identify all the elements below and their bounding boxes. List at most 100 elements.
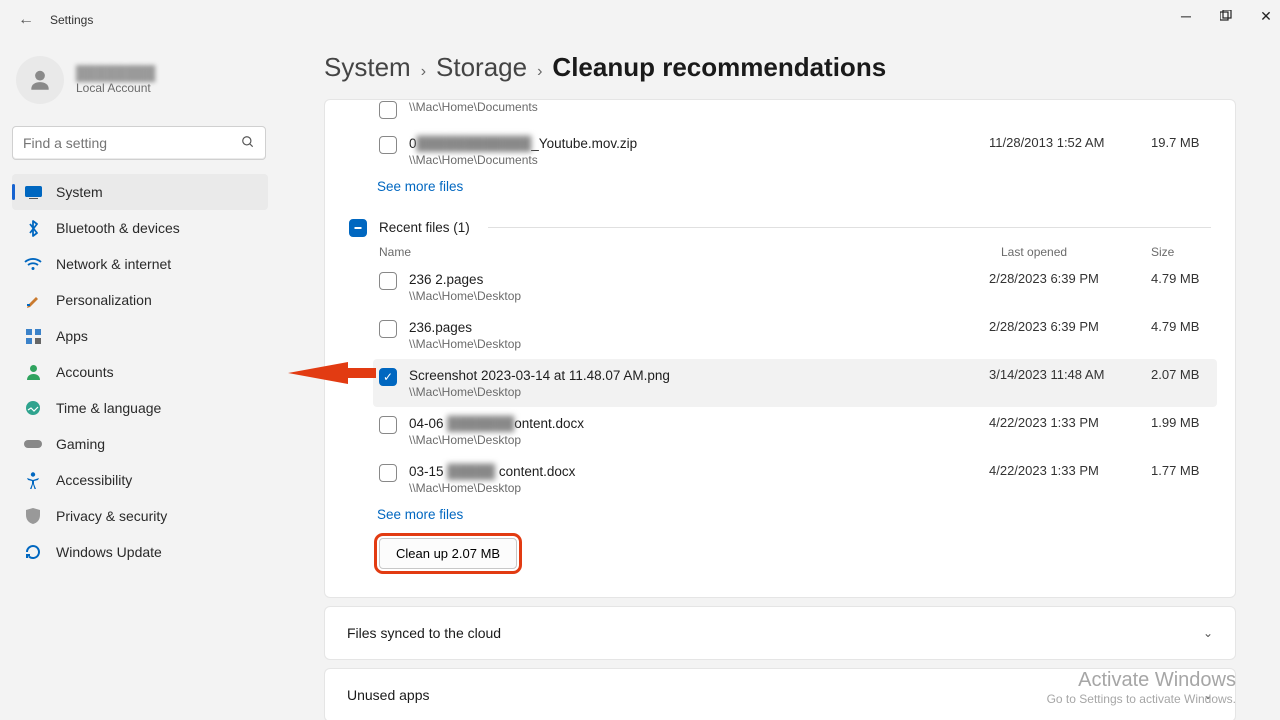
breadcrumb: System › Storage › Cleanup recommendatio…: [324, 52, 1236, 83]
file-path: \\Mac\Home\Desktop: [409, 481, 977, 495]
file-date: 11/28/2013 1:52 AM: [989, 135, 1139, 150]
card-title: Unused apps: [347, 687, 430, 703]
back-button[interactable]: ←: [16, 10, 36, 30]
breadcrumb-system[interactable]: System: [324, 52, 411, 83]
file-path: \\Mac\Home\Documents: [409, 100, 1211, 114]
sidebar-item-label: Apps: [56, 328, 88, 344]
cleanup-button[interactable]: Clean up 2.07 MB: [379, 538, 517, 569]
file-path: \\Mac\Home\Desktop: [409, 289, 977, 303]
sidebar-item-accessibility[interactable]: Accessibility: [12, 462, 268, 498]
search-input[interactable]: [12, 126, 266, 160]
see-more-link[interactable]: See more files: [349, 503, 1211, 534]
file-row[interactable]: 236.pages \\Mac\Home\Desktop 2/28/2023 6…: [379, 311, 1211, 359]
chevron-right-icon: ›: [537, 63, 542, 81]
file-row[interactable]: 236 2.pages \\Mac\Home\Desktop 2/28/2023…: [379, 263, 1211, 311]
update-icon: [24, 543, 42, 561]
accessibility-icon: [24, 471, 42, 489]
app-title: Settings: [50, 13, 93, 27]
file-row[interactable]: 0████████████_Youtube.mov.zip \\Mac\Home…: [379, 127, 1211, 175]
maximize-button[interactable]: [1216, 6, 1236, 26]
user-profile[interactable]: ████████ Local Account: [12, 48, 268, 122]
sidebar-item-apps[interactable]: Apps: [12, 318, 268, 354]
file-row[interactable]: 04-06 ███████ontent.docx \\Mac\Home\Desk…: [379, 407, 1211, 455]
avatar: [16, 56, 64, 104]
sidebar-item-label: Bluetooth & devices: [56, 220, 180, 236]
group-checkbox[interactable]: [349, 219, 367, 237]
sidebar-item-label: Accounts: [56, 364, 114, 380]
column-name: Name: [379, 245, 1001, 259]
file-checkbox[interactable]: [379, 320, 397, 338]
wifi-icon: [24, 255, 42, 273]
sidebar-item-label: System: [56, 184, 103, 200]
breadcrumb-storage[interactable]: Storage: [436, 52, 527, 83]
card-title: Files synced to the cloud: [347, 625, 501, 641]
close-button[interactable]: ✕: [1256, 6, 1276, 26]
sidebar-item-update[interactable]: Windows Update: [12, 534, 268, 570]
file-checkbox[interactable]: [379, 101, 397, 119]
shield-icon: [24, 507, 42, 525]
file-path: \\Mac\Home\Desktop: [409, 433, 977, 447]
chevron-right-icon: ›: [421, 63, 426, 81]
sidebar-item-gaming[interactable]: Gaming: [12, 426, 268, 462]
group-title: Recent files (1): [379, 220, 470, 235]
page-title: Cleanup recommendations: [552, 52, 886, 83]
sidebar-item-bluetooth[interactable]: Bluetooth & devices: [12, 210, 268, 246]
activation-watermark: Activate Windows Go to Settings to activ…: [1047, 669, 1236, 706]
file-row[interactable]: ✓ Screenshot 2023-03-14 at 11.48.07 AM.p…: [373, 359, 1217, 407]
file-date: 3/14/2023 11:48 AM: [989, 367, 1139, 382]
apps-icon: [24, 327, 42, 345]
profile-name: ████████: [76, 65, 155, 81]
column-date: Last opened: [1001, 245, 1151, 259]
annotation-arrow: [288, 356, 376, 390]
sidebar-item-network[interactable]: Network & internet: [12, 246, 268, 282]
sidebar-item-label: Windows Update: [56, 544, 162, 560]
chevron-down-icon: ⌄: [1203, 626, 1213, 640]
sidebar-item-personalization[interactable]: Personalization: [12, 282, 268, 318]
file-date: 2/28/2023 6:39 PM: [989, 271, 1139, 286]
cleanup-card: \\Mac\Home\Documents 0████████████_Youtu…: [324, 99, 1236, 598]
file-path: \\Mac\Home\Desktop: [409, 337, 977, 351]
column-size: Size: [1151, 245, 1211, 259]
file-size: 2.07 MB: [1151, 367, 1211, 382]
file-checkbox[interactable]: [379, 272, 397, 290]
file-name: Screenshot 2023-03-14 at 11.48.07 AM.png: [409, 368, 670, 383]
minimize-button[interactable]: ─: [1176, 6, 1196, 26]
cloud-files-card[interactable]: Files synced to the cloud ⌄: [324, 606, 1236, 660]
profile-subtitle: Local Account: [76, 81, 155, 95]
search-icon: [241, 135, 255, 152]
file-row[interactable]: 03-15 █████ content.docx \\Mac\Home\Desk…: [379, 455, 1211, 503]
file-size: 4.79 MB: [1151, 319, 1211, 334]
file-path: \\Mac\Home\Desktop: [409, 385, 977, 399]
sidebar-item-label: Time & language: [56, 400, 161, 416]
file-checkbox[interactable]: [379, 416, 397, 434]
file-size: 1.99 MB: [1151, 415, 1211, 430]
file-date: 4/22/2023 1:33 PM: [989, 463, 1139, 478]
file-checkbox[interactable]: ✓: [379, 368, 397, 386]
file-date: 2/28/2023 6:39 PM: [989, 319, 1139, 334]
see-more-link[interactable]: See more files: [349, 175, 1211, 206]
file-size: 4.79 MB: [1151, 271, 1211, 286]
file-row[interactable]: \\Mac\Home\Documents: [379, 100, 1211, 127]
sidebar-item-time[interactable]: Time & language: [12, 390, 268, 426]
sidebar-item-system[interactable]: System: [12, 174, 268, 210]
person-icon: [24, 363, 42, 381]
sidebar-item-label: Network & internet: [56, 256, 171, 272]
file-name: 236 2.pages: [409, 272, 483, 287]
sidebar-item-label: Privacy & security: [56, 508, 167, 524]
sidebar-item-label: Accessibility: [56, 472, 132, 488]
sidebar-item-label: Personalization: [56, 292, 152, 308]
brush-icon: [24, 291, 42, 309]
file-size: 1.77 MB: [1151, 463, 1211, 478]
file-path: \\Mac\Home\Documents: [409, 153, 977, 167]
globe-icon: [24, 399, 42, 417]
file-size: 19.7 MB: [1151, 135, 1211, 150]
bluetooth-icon: [24, 219, 42, 237]
file-name: 236.pages: [409, 320, 472, 335]
gamepad-icon: [24, 435, 42, 453]
sidebar-item-privacy[interactable]: Privacy & security: [12, 498, 268, 534]
file-checkbox[interactable]: [379, 136, 397, 154]
system-icon: [24, 183, 42, 201]
file-checkbox[interactable]: [379, 464, 397, 482]
file-date: 4/22/2023 1:33 PM: [989, 415, 1139, 430]
sidebar-item-accounts[interactable]: Accounts: [12, 354, 268, 390]
